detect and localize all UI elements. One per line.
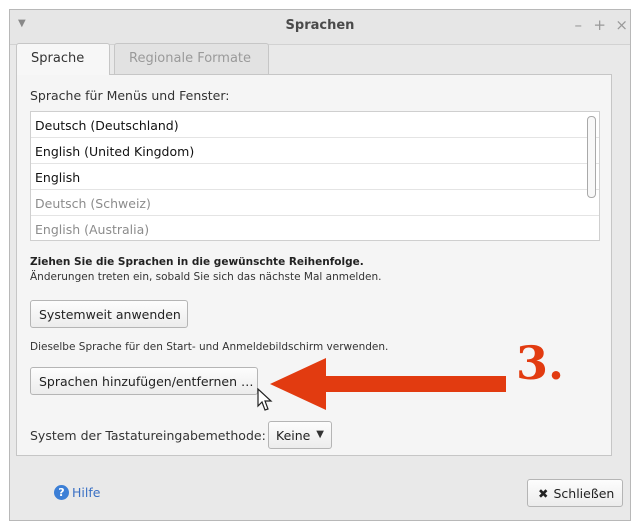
close-button-label: Schließen <box>553 486 615 501</box>
apply-systemwide-button[interactable]: Systemweit anwenden <box>30 300 188 328</box>
help-link[interactable]: Hilfe <box>72 485 100 500</box>
add-remove-languages-button[interactable]: Sprachen hinzufügen/entfernen … <box>30 367 258 395</box>
tab-regionale-formate[interactable]: Regionale Formate <box>114 43 269 75</box>
close-window-button[interactable]: × <box>615 16 628 34</box>
drag-hint-text: Ziehen Sie die Sprachen in die gewünscht… <box>30 256 364 268</box>
login-screen-note: Dieselbe Sprache für den Start- und Anme… <box>30 341 389 353</box>
annotation-step-number: 3. <box>516 336 565 390</box>
keyboard-input-select[interactable]: Keine ▼ <box>268 421 332 449</box>
mouse-pointer-icon <box>257 388 273 411</box>
window-title: Sprachen <box>285 18 355 33</box>
x-icon: ✖ <box>538 486 549 501</box>
language-list[interactable]: Deutsch (Deutschland) English (United Ki… <box>30 111 600 241</box>
minimize-button[interactable]: – <box>575 16 583 34</box>
apply-note-text: Änderungen treten ein, sobald Sie sich d… <box>30 271 382 283</box>
list-item[interactable]: Deutsch (Deutschland) <box>31 112 599 138</box>
list-item[interactable]: English (United Kingdom) <box>31 138 599 164</box>
question-circle-icon[interactable]: ? <box>54 485 69 500</box>
list-item[interactable]: Deutsch (Schweiz) <box>31 190 599 216</box>
title-bar: ▼ Sprachen – + × <box>10 10 630 45</box>
list-scrollbar[interactable] <box>587 116 596 198</box>
keyboard-input-label: System der Tastatureingabemethode: <box>30 428 266 443</box>
close-button[interactable]: ✖ Schließen <box>527 479 623 507</box>
chevron-down-icon: ▼ <box>316 429 324 440</box>
tab-sprache[interactable]: Sprache <box>16 43 110 75</box>
menus-language-label: Sprache für Menüs und Fenster: <box>30 88 230 103</box>
annotation-arrow <box>270 358 506 410</box>
list-item[interactable]: English <box>31 164 599 190</box>
keyboard-input-value: Keine <box>276 428 311 443</box>
maximize-button[interactable]: + <box>593 16 606 34</box>
list-item[interactable]: English (Australia) <box>31 216 599 240</box>
